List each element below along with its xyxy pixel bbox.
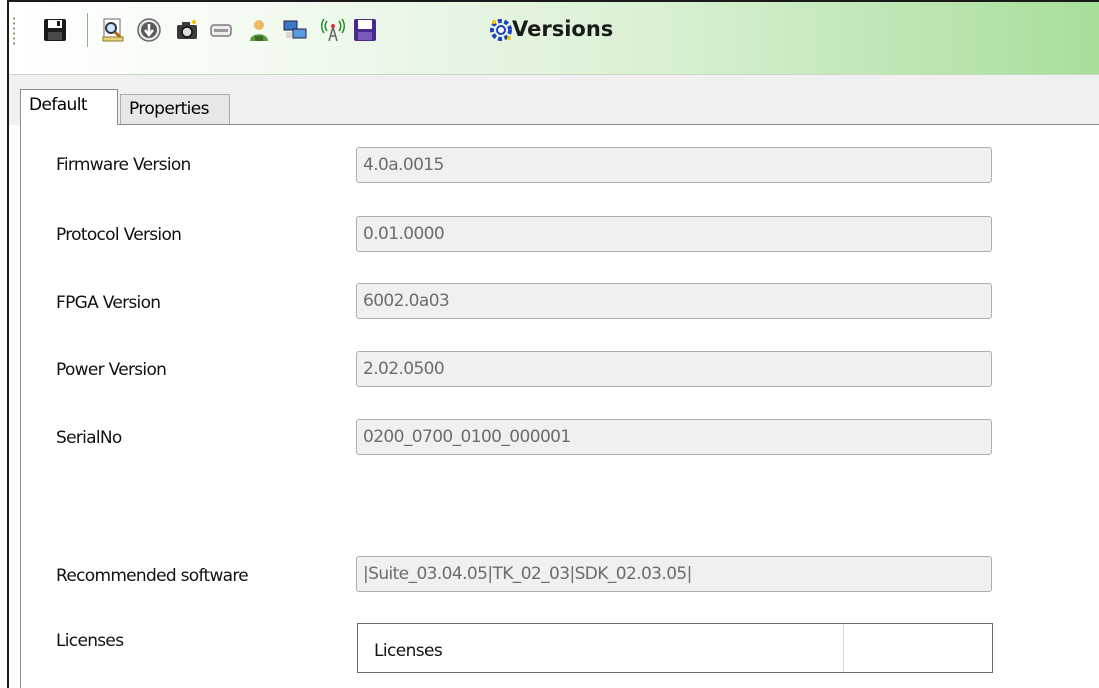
download-arrow-icon[interactable] xyxy=(135,16,163,44)
licenses-label: Licenses xyxy=(56,631,124,651)
default-tab-panel xyxy=(20,125,1099,688)
protocol-version-label: Protocol Version xyxy=(56,225,182,245)
wireless-antenna-icon[interactable] xyxy=(319,16,347,44)
firmware-version-label: Firmware Version xyxy=(56,155,191,175)
serial-number-field[interactable]: 0200_0700_0100_000001 xyxy=(356,419,992,455)
serial-number-label: SerialNo xyxy=(56,428,122,448)
fpga-version-label: FPGA Version xyxy=(56,293,161,313)
print-preview-icon[interactable] xyxy=(99,16,127,44)
save-purple-icon[interactable] xyxy=(351,16,379,44)
floppy-disk-icon[interactable] xyxy=(41,16,69,44)
licenses-column-header[interactable]: Licenses xyxy=(358,624,844,672)
camera-icon[interactable] xyxy=(173,16,201,44)
firmware-version-field[interactable]: 4.0a.0015 xyxy=(356,147,992,183)
user-icon[interactable] xyxy=(245,16,273,44)
tab-properties[interactable]: Properties xyxy=(120,94,230,125)
protocol-version-field[interactable]: 0.01.0000 xyxy=(356,216,992,252)
power-version-label: Power Version xyxy=(56,360,167,380)
toolbar-separator xyxy=(87,13,88,47)
toolbar-grip[interactable] xyxy=(12,16,16,46)
network-computers-icon[interactable] xyxy=(281,16,309,44)
licenses-column-header-empty[interactable] xyxy=(844,624,992,672)
licenses-grid[interactable]: Licenses xyxy=(357,623,993,673)
card-icon[interactable] xyxy=(207,16,235,44)
toolbar-title: Versions xyxy=(512,17,614,41)
fpga-version-field[interactable]: 6002.0a03 xyxy=(356,283,992,319)
settings-gear-icon[interactable] xyxy=(487,16,515,44)
recommended-software-label: Recommended software xyxy=(56,566,249,586)
power-version-field[interactable]: 2.02.0500 xyxy=(356,351,992,387)
recommended-software-field[interactable]: |Suite_03.04.05|TK_02_03|SDK_02.03.05| xyxy=(356,556,992,592)
tab-default[interactable]: Default xyxy=(20,89,118,125)
